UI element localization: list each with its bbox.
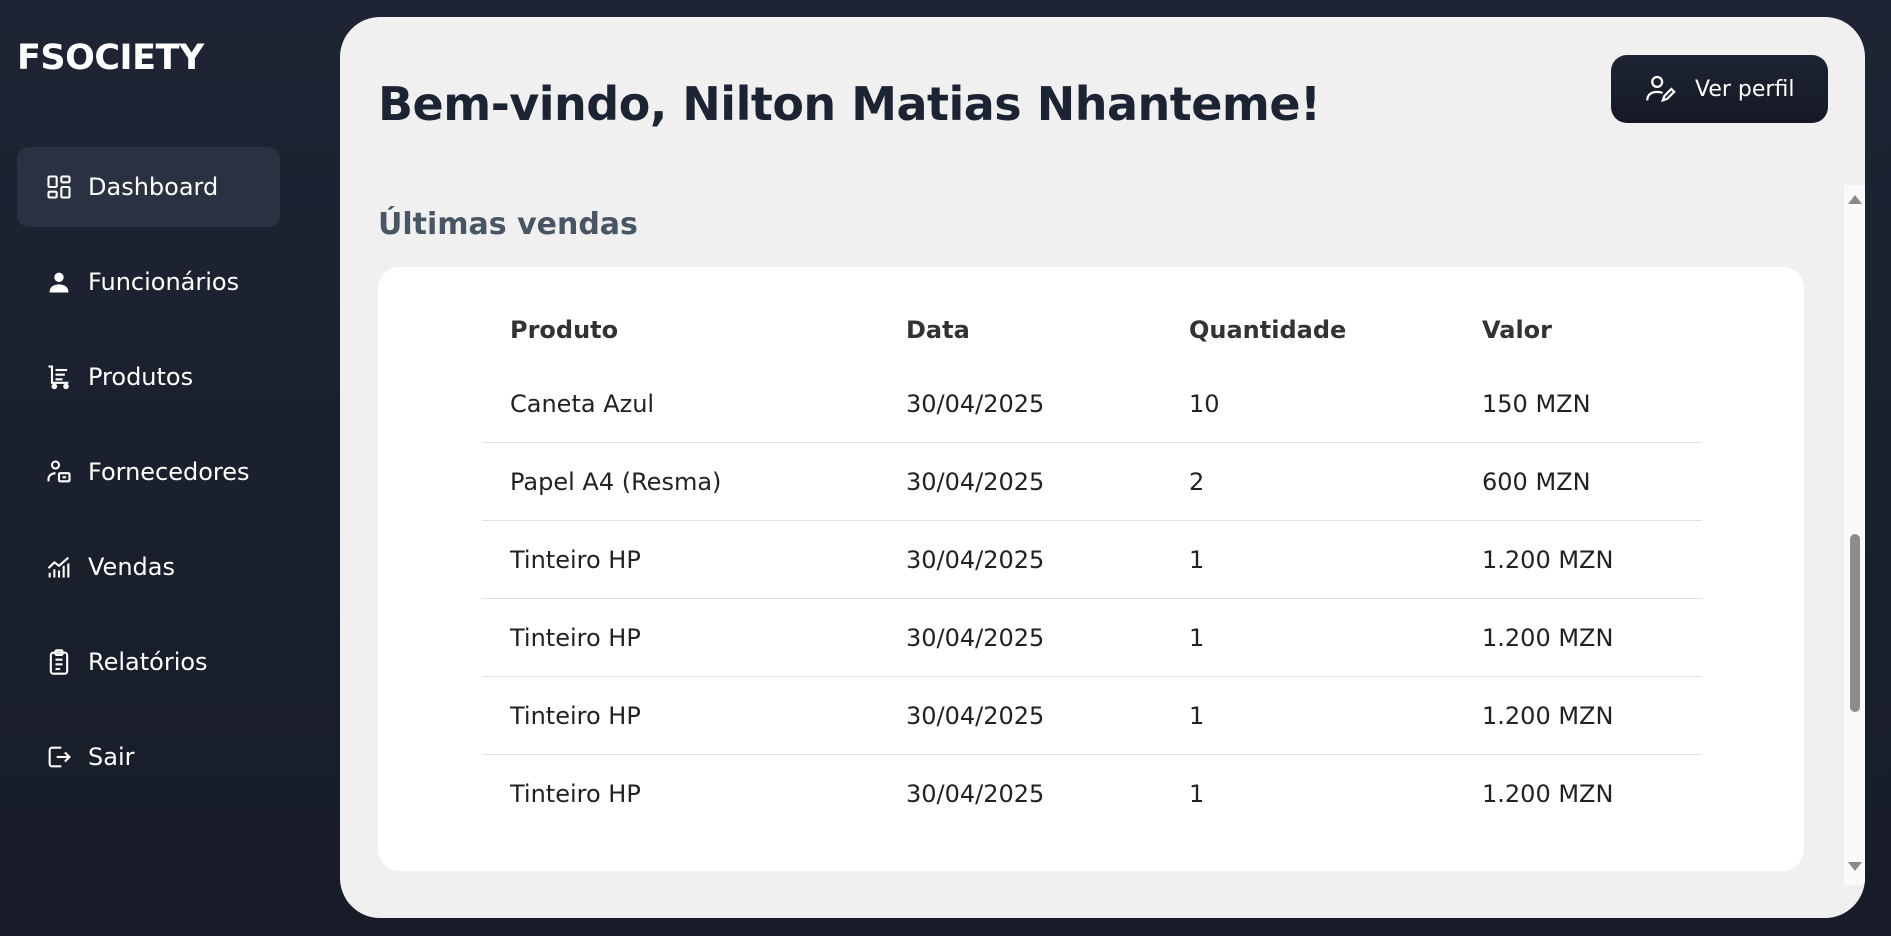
cell-produto: Tinteiro HP [510, 623, 641, 652]
table-row: Papel A4 (Resma) 30/04/2025 2 600 MZN [482, 443, 1702, 521]
cell-produto: Tinteiro HP [510, 779, 641, 808]
cell-valor: 1.200 MZN [1482, 779, 1614, 808]
cell-produto: Tinteiro HP [510, 701, 641, 730]
sidebar-nav: Dashboard Funcionários Produtos Forneced… [17, 147, 280, 812]
chart-icon [45, 553, 73, 581]
cell-data: 30/04/2025 [906, 545, 1045, 574]
sidebar-item-dashboard[interactable]: Dashboard [17, 147, 280, 227]
page-title: Bem-vindo, Nilton Matias Nhanteme! [378, 77, 1321, 131]
sidebar-item-label: Dashboard [88, 173, 219, 201]
main-panel: Bem-vindo, Nilton Matias Nhanteme! Ver p… [340, 17, 1865, 918]
sidebar-item-label: Fornecedores [88, 458, 250, 486]
cell-produto: Tinteiro HP [510, 545, 641, 574]
cell-quantidade: 1 [1189, 545, 1205, 574]
cell-produto: Caneta Azul [510, 389, 655, 418]
cell-data: 30/04/2025 [906, 389, 1045, 418]
sidebar-item-produtos[interactable]: Produtos [17, 337, 280, 417]
table-row: Tinteiro HP 30/04/2025 1 1.200 MZN [482, 521, 1702, 599]
cell-valor: 600 MZN [1482, 467, 1591, 496]
cell-valor: 1.200 MZN [1482, 623, 1614, 652]
cell-quantidade: 10 [1189, 389, 1220, 418]
user-edit-icon [1643, 72, 1677, 106]
sales-card: Produto Data Quantidade Valor Caneta Azu… [378, 267, 1804, 871]
table-row: Tinteiro HP 30/04/2025 1 1.200 MZN [482, 755, 1702, 833]
column-header-quantidade: Quantidade [1189, 316, 1347, 344]
scroll-down-arrow-icon[interactable] [1848, 862, 1862, 871]
cell-valor: 150 MZN [1482, 389, 1591, 418]
cell-produto: Papel A4 (Resma) [510, 467, 722, 496]
cart-icon [45, 363, 73, 391]
cell-data: 30/04/2025 [906, 467, 1045, 496]
sidebar-item-label: Sair [88, 743, 135, 771]
sidebar-item-vendas[interactable]: Vendas [17, 527, 280, 607]
cell-valor: 1.200 MZN [1482, 545, 1614, 574]
view-profile-label: Ver perfil [1695, 76, 1795, 102]
cell-quantidade: 1 [1189, 701, 1205, 730]
cell-quantidade: 1 [1189, 779, 1205, 808]
sales-table: Produto Data Quantidade Valor Caneta Azu… [482, 295, 1702, 832]
sidebar: FSOCIETY Dashboard Funcionários Produtos… [0, 0, 340, 936]
column-header-data: Data [906, 316, 970, 344]
column-header-valor: Valor [1482, 316, 1553, 344]
content-scroll-area[interactable]: Últimas vendas Produto Data Quantidade V… [378, 185, 1865, 901]
supplier-icon [45, 458, 73, 486]
brand-logo: FSOCIETY [17, 38, 204, 78]
vertical-scrollbar[interactable] [1844, 185, 1865, 885]
clipboard-icon [45, 648, 73, 676]
view-profile-button[interactable]: Ver perfil [1611, 55, 1828, 123]
cell-data: 30/04/2025 [906, 779, 1045, 808]
table-row: Tinteiro HP 30/04/2025 1 1.200 MZN [482, 677, 1702, 755]
sidebar-item-fornecedores[interactable]: Fornecedores [17, 432, 280, 512]
table-header-row: Produto Data Quantidade Valor [482, 295, 1702, 365]
sidebar-item-label: Funcionários [88, 268, 240, 296]
logout-icon [45, 743, 73, 771]
cell-data: 30/04/2025 [906, 701, 1045, 730]
scrollbar-thumb[interactable] [1850, 534, 1860, 712]
dashboard-icon [45, 173, 73, 201]
cell-quantidade: 1 [1189, 623, 1205, 652]
scroll-up-arrow-icon[interactable] [1848, 195, 1862, 204]
sidebar-item-funcionarios[interactable]: Funcionários [17, 242, 280, 322]
table-row: Tinteiro HP 30/04/2025 1 1.200 MZN [482, 599, 1702, 677]
cell-quantidade: 2 [1189, 467, 1205, 496]
column-header-produto: Produto [510, 316, 619, 344]
sidebar-item-sair[interactable]: Sair [17, 717, 280, 797]
table-row: Caneta Azul 30/04/2025 10 150 MZN [482, 365, 1702, 443]
sidebar-item-label: Relatórios [88, 648, 208, 676]
cell-data: 30/04/2025 [906, 623, 1045, 652]
sidebar-item-relatorios[interactable]: Relatórios [17, 622, 280, 702]
cell-valor: 1.200 MZN [1482, 701, 1614, 730]
section-title: Últimas vendas [378, 207, 638, 242]
sidebar-item-label: Vendas [88, 553, 175, 581]
sidebar-item-label: Produtos [88, 363, 194, 391]
user-icon [45, 268, 73, 296]
